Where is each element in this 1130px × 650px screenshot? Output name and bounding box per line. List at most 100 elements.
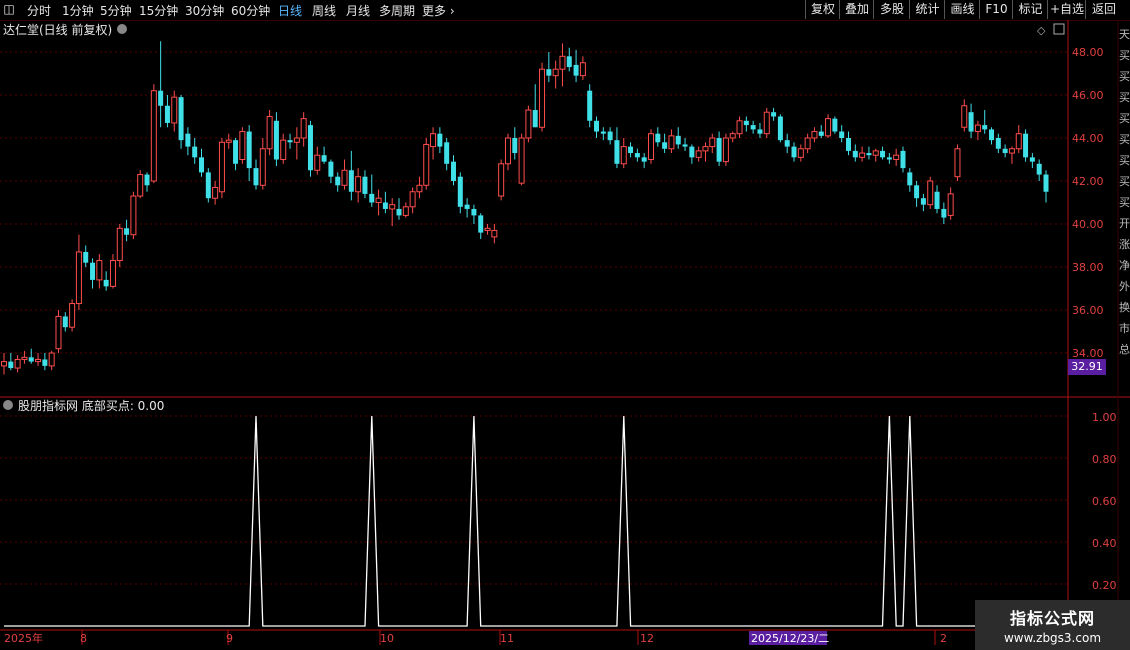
candle-body <box>266 116 273 150</box>
indicator-title: 股朋指标网 底部买点: 0.00 <box>18 398 164 413</box>
candle-body <box>722 137 729 163</box>
candle-body <box>552 68 559 77</box>
candle-body <box>900 150 906 169</box>
candle-body <box>369 193 375 203</box>
candle-body <box>225 139 232 143</box>
indicator-line <box>4 415 1046 627</box>
candle-body <box>28 357 34 362</box>
candle-body <box>246 131 252 169</box>
maximize-icon[interactable] <box>1053 23 1065 35</box>
candle-body <box>293 137 300 143</box>
candle-body <box>409 191 416 208</box>
watermark-title: 指标公式网 <box>1009 609 1095 628</box>
indicator-axis-label: 0.40 <box>1092 537 1117 550</box>
candle-body <box>109 260 116 287</box>
candle-body <box>859 152 866 158</box>
candle-body <box>668 135 675 150</box>
time-label: 2025年 <box>4 631 43 645</box>
candle-body <box>914 185 920 199</box>
indicator-axis-label: 1.00 <box>1092 411 1117 424</box>
candle-body <box>321 155 327 162</box>
candle-body <box>55 315 62 350</box>
candle-body <box>239 131 246 161</box>
candle-body <box>1036 163 1042 175</box>
price-label: 46.00 <box>1072 89 1104 102</box>
candle-body <box>566 56 572 68</box>
candle-body <box>852 150 858 158</box>
candle-body <box>471 208 477 216</box>
candle-body <box>628 146 634 154</box>
candle-body <box>974 124 981 133</box>
candle-body <box>437 133 443 147</box>
candle-body <box>866 153 872 156</box>
candle-body <box>709 137 716 148</box>
candle-body <box>880 150 886 158</box>
candle-body <box>893 154 900 160</box>
candle-body <box>300 118 307 139</box>
candle-body <box>150 90 157 182</box>
candle-body <box>178 97 184 141</box>
candle-body <box>989 129 995 141</box>
time-label: 12 <box>640 632 654 645</box>
candle-body <box>35 358 42 363</box>
candle-body <box>804 137 811 150</box>
candle-body <box>348 170 354 192</box>
candle-body <box>995 138 1001 149</box>
candle-body <box>14 358 21 369</box>
time-axis: 2025年 8 9 10 11 12 2025/12/23/二 2 <box>4 630 947 645</box>
candle-body <box>614 140 620 164</box>
candle-body <box>968 112 974 132</box>
candle-body <box>573 64 579 76</box>
candle-body <box>982 125 988 130</box>
candle-body <box>961 105 968 128</box>
candle-body <box>729 133 736 139</box>
candle-body <box>69 303 76 328</box>
crosshair-date: 2025/12/23/二 <box>751 632 829 645</box>
candle-body <box>273 120 279 160</box>
candle-body <box>280 139 287 160</box>
candle-body <box>641 157 647 162</box>
candle-body <box>478 215 484 233</box>
candle-body <box>253 168 259 186</box>
candle-body <box>192 146 198 158</box>
candle-body <box>1008 148 1015 154</box>
candle-body <box>457 176 463 207</box>
price-label: 48.00 <box>1072 46 1104 59</box>
candle-body <box>662 142 668 149</box>
candle-body <box>498 163 505 197</box>
candle-body <box>600 131 606 134</box>
candle-body <box>587 90 593 121</box>
price-label: 38.00 <box>1072 261 1104 274</box>
candle-body <box>218 141 225 193</box>
candle-body <box>307 125 313 171</box>
candle-body <box>525 109 532 139</box>
candle-body <box>647 133 654 160</box>
candle-body <box>375 197 382 203</box>
chevron-down-icon[interactable] <box>117 24 127 34</box>
watermark-url: www.zbgs3.com <box>1003 631 1102 645</box>
chevron-down-icon[interactable] <box>3 400 13 410</box>
candle-body <box>158 90 164 106</box>
quote-side-strip: 天买买买买买买买买开涨净外换市总 <box>1119 28 1130 356</box>
candle-body <box>96 260 103 281</box>
kline-chart[interactable]: 48.00 46.00 44.00 42.00 40.00 38.00 36.0… <box>0 0 1130 650</box>
candle-body <box>21 356 28 360</box>
candle-body <box>832 118 838 132</box>
price-label: 42.00 <box>1072 175 1104 188</box>
candle-body <box>797 148 804 158</box>
candle-body <box>116 227 123 262</box>
last-price-tag: 32.91 <box>1068 359 1106 375</box>
price-label: 40.00 <box>1072 218 1104 231</box>
candle-body <box>927 180 934 206</box>
candle-body <box>689 146 695 158</box>
candle-body <box>103 279 109 287</box>
candle-body <box>130 195 137 236</box>
candle-body <box>839 131 845 138</box>
candle-body <box>402 206 409 216</box>
candle-body <box>579 62 586 77</box>
candle-body <box>416 184 423 193</box>
diamond-icon[interactable]: ◇ <box>1037 24 1046 37</box>
candle-body <box>907 172 913 186</box>
candle-body <box>777 116 783 141</box>
candle-body <box>886 157 892 160</box>
